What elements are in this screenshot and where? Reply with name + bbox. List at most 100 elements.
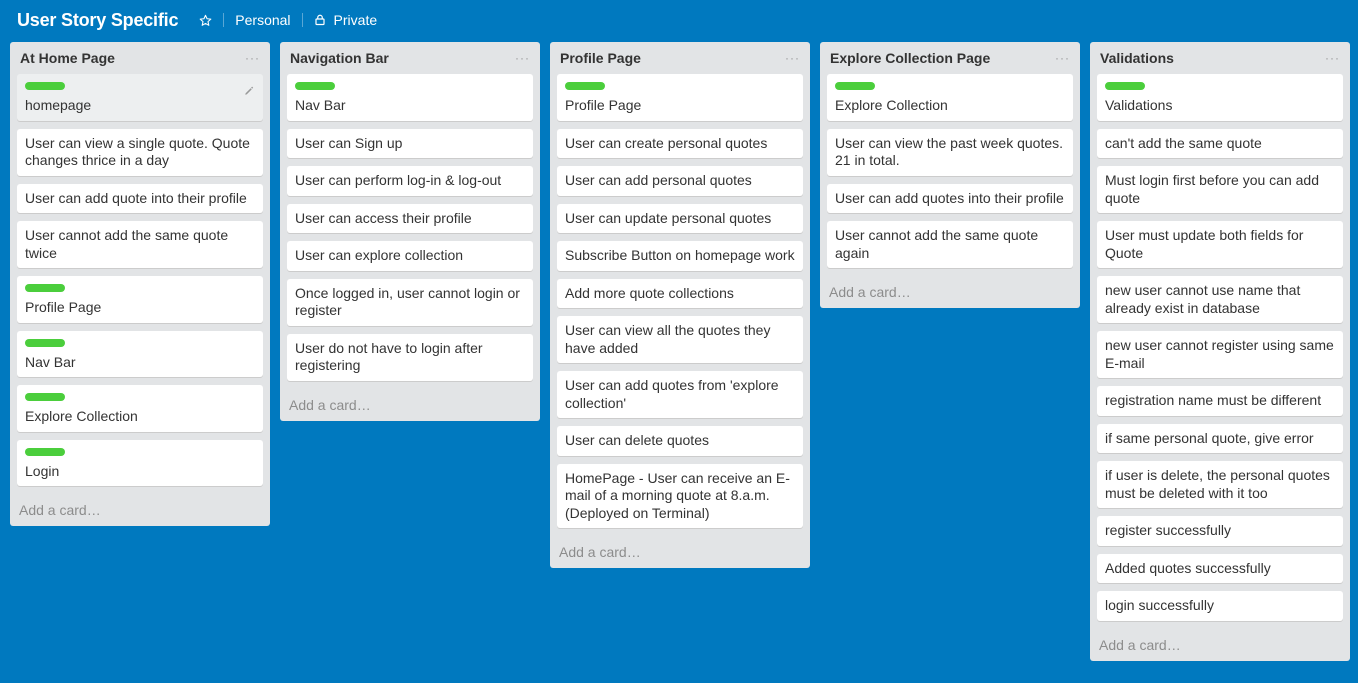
card[interactable]: Profile Page [557, 74, 803, 121]
ellipsis-icon[interactable]: ··· [785, 52, 800, 64]
card[interactable]: register successfully [1097, 516, 1343, 546]
card[interactable]: registration name must be different [1097, 386, 1343, 416]
card[interactable]: Add more quote collections [557, 278, 803, 308]
card[interactable]: can't add the same quote [1097, 128, 1343, 158]
card[interactable]: User can add quotes from 'explore collec… [557, 371, 803, 418]
card-title: Once logged in, user cannot login or reg… [295, 284, 520, 319]
list-header: At Home Page ··· [10, 42, 270, 74]
card[interactable]: User can access their profile [287, 203, 533, 233]
card[interactable]: HomePage - User can receive an E-mail of… [557, 463, 803, 528]
card-title: User cannot add the same quote again [835, 227, 1039, 261]
add-card-button[interactable]: Add a card… [280, 389, 540, 421]
card[interactable]: if same personal quote, give error [1097, 423, 1343, 453]
board-title[interactable]: User Story Specific [17, 10, 178, 31]
team-link[interactable]: Personal [235, 12, 290, 28]
star-icon[interactable] [198, 13, 212, 27]
visibility-label: Private [333, 12, 378, 28]
card[interactable]: Explore Collection [827, 74, 1073, 121]
card-title: User cannot add the same quote twice [25, 227, 229, 261]
list-title[interactable]: Profile Page [560, 50, 641, 66]
card[interactable]: Added quotes successfully [1097, 553, 1343, 583]
card[interactable]: User cannot add the same quote again [827, 221, 1073, 268]
card-title: User can access their profile [295, 209, 472, 226]
card-title: User can Sign up [295, 134, 403, 151]
add-card-button[interactable]: Add a card… [10, 494, 270, 526]
card-label-green [25, 393, 65, 401]
pencil-icon[interactable] [244, 83, 254, 101]
card-title: Subscribe Button on homepage work [565, 247, 795, 263]
card-title: can't add the same quote [1105, 134, 1262, 151]
list-title[interactable]: At Home Page [20, 50, 115, 66]
card[interactable]: User can view a single quote. Quote chan… [17, 128, 263, 176]
ellipsis-icon[interactable]: ··· [245, 52, 260, 64]
card[interactable]: User can create personal quotes [557, 128, 803, 158]
list-title[interactable]: Navigation Bar [290, 50, 389, 66]
list: Validations ··· Validations can't add the s… [1090, 42, 1350, 661]
card[interactable]: Nav Bar [17, 330, 263, 377]
card-title: if same personal quote, give error [1105, 429, 1314, 446]
card[interactable]: User do not have to login after register… [287, 333, 533, 381]
card-label-green [1105, 82, 1145, 90]
card[interactable]: Nav Bar [287, 74, 533, 121]
board-header: User Story Specific Personal Private [0, 0, 1358, 40]
add-card-button[interactable]: Add a card… [550, 536, 810, 568]
card-title: Nav Bar [295, 97, 346, 113]
card[interactable]: User can add personal quotes [557, 166, 803, 196]
card[interactable]: User can perform log-in & log-out [287, 166, 533, 196]
card-title: User can add quotes into their profile [835, 189, 1064, 206]
card[interactable]: Explore Collection [17, 385, 263, 432]
card-label-green [295, 82, 335, 90]
card[interactable]: new user cannot use name that already ex… [1097, 276, 1343, 323]
card-title: Profile Page [565, 97, 642, 113]
card-label-green [25, 82, 65, 90]
card[interactable]: Validations [1097, 74, 1343, 121]
card[interactable]: homepage [17, 74, 263, 121]
card[interactable]: User can add quote into their profile [17, 183, 263, 213]
header-divider [223, 13, 225, 27]
card[interactable]: login successfully [1097, 591, 1343, 621]
ellipsis-icon[interactable]: ··· [1325, 52, 1340, 64]
ellipsis-icon[interactable]: ··· [1055, 52, 1070, 64]
list: Navigation Bar ··· Nav Bar User can Sign up… [280, 42, 540, 421]
card-title: new user cannot register using same E-ma… [1105, 337, 1334, 371]
card[interactable]: User must update both fields for Quote [1097, 221, 1343, 268]
card-title: homepage [25, 97, 92, 113]
card-title: Added quotes successfully [1105, 559, 1271, 576]
card-title: new user cannot use name that already ex… [1105, 282, 1301, 316]
card[interactable]: User can Sign up [287, 128, 533, 158]
card-label-green [25, 338, 65, 347]
list: At Home Page ··· homepage User can view a s… [10, 42, 270, 526]
add-card-button[interactable]: Add a card… [1090, 629, 1350, 661]
card-list: homepage User can view a single quote. Qu… [10, 74, 270, 486]
card[interactable]: Login [17, 439, 263, 486]
card[interactable]: User can add quotes into their profile [827, 183, 1073, 213]
list-header: Explore Collection Page ··· [820, 42, 1080, 74]
list: Explore Collection Page ··· Explore Collec… [820, 42, 1080, 308]
card-title: Nav Bar [25, 353, 76, 370]
card[interactable]: Once logged in, user cannot login or reg… [287, 278, 533, 326]
card-list: Profile Page User can create personal quo… [550, 74, 810, 528]
list-title[interactable]: Validations [1100, 50, 1174, 66]
card[interactable]: Must login first before you can add quot… [1097, 166, 1343, 213]
card[interactable]: User cannot add the same quote twice [17, 221, 263, 268]
card[interactable]: User can view all the quotes they have a… [557, 316, 803, 363]
card-label-green [835, 82, 875, 90]
card[interactable]: Profile Page [17, 276, 263, 323]
card-title: Must login first before you can add quot… [1105, 172, 1320, 206]
add-card-button[interactable]: Add a card… [820, 276, 1080, 308]
card-title: Add more quote collections [565, 284, 734, 301]
card[interactable]: User can update personal quotes [557, 203, 803, 233]
list-title[interactable]: Explore Collection Page [830, 50, 990, 66]
card[interactable]: User can delete quotes [557, 426, 803, 456]
card-title: User can update personal quotes [565, 209, 772, 226]
card-title: User can create personal quotes [565, 134, 768, 151]
visibility-button[interactable]: Private [314, 12, 378, 28]
card[interactable]: if user is delete, the personal quotes m… [1097, 461, 1343, 508]
card[interactable]: User can explore collection [287, 241, 533, 271]
card[interactable]: new user cannot register using same E-ma… [1097, 331, 1343, 378]
card-title: User can add quote into their profile [25, 189, 247, 206]
ellipsis-icon[interactable]: ··· [515, 52, 530, 64]
card[interactable]: Subscribe Button on homepage work [557, 241, 803, 271]
card[interactable]: User can view the past week quotes. 21 i… [827, 128, 1073, 176]
card-title: User can view all the quotes they have a… [565, 322, 771, 356]
